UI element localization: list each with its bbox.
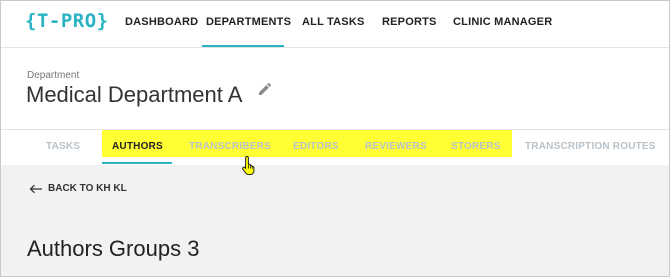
arrow-left-icon: [29, 184, 42, 193]
department-label: Department: [27, 70, 80, 81]
tpro-logo[interactable]: {T-PRO}: [25, 10, 109, 32]
tab-tasks[interactable]: TASKS: [46, 141, 80, 152]
nav-clinic-manager[interactable]: CLINIC MANAGER: [453, 16, 552, 28]
nav-dashboard[interactable]: DASHBOARD: [125, 16, 198, 28]
department-name: Medical Department A: [26, 82, 243, 107]
pencil-icon[interactable]: [257, 81, 273, 97]
app-window: {T-PRO} DASHBOARD DEPARTMENTS ALL TASKS …: [0, 0, 670, 277]
tab-transcription-routes[interactable]: TRANSCRIPTION ROUTES: [525, 141, 656, 152]
top-navigation: {T-PRO} DASHBOARD DEPARTMENTS ALL TASKS …: [1, 1, 669, 48]
nav-reports[interactable]: REPORTS: [382, 16, 437, 28]
hand-cursor-icon: [242, 155, 255, 175]
tab-transcribers[interactable]: TRANSCRIBERS: [189, 141, 271, 152]
tab-reviewers[interactable]: REVIEWERS: [365, 141, 427, 152]
tab-editors[interactable]: EDITORS: [293, 141, 339, 152]
tab-active-indicator: [102, 162, 172, 164]
nav-active-indicator: [202, 45, 284, 47]
content-area: BACK TO KH KL Authors Groups 3: [1, 165, 669, 276]
tab-authors[interactable]: AUTHORS: [112, 141, 163, 152]
department-tabs: TASKS AUTHORS TRANSCRIBERS EDITORS REVIE…: [1, 129, 669, 165]
nav-departments[interactable]: DEPARTMENTS: [206, 16, 291, 28]
back-link-label: BACK TO KH KL: [48, 183, 127, 194]
nav-all-tasks[interactable]: ALL TASKS: [302, 16, 365, 28]
page-title: Authors Groups 3: [27, 236, 200, 261]
back-link[interactable]: BACK TO KH KL: [29, 183, 127, 194]
tab-storers[interactable]: STORERS: [451, 141, 501, 152]
